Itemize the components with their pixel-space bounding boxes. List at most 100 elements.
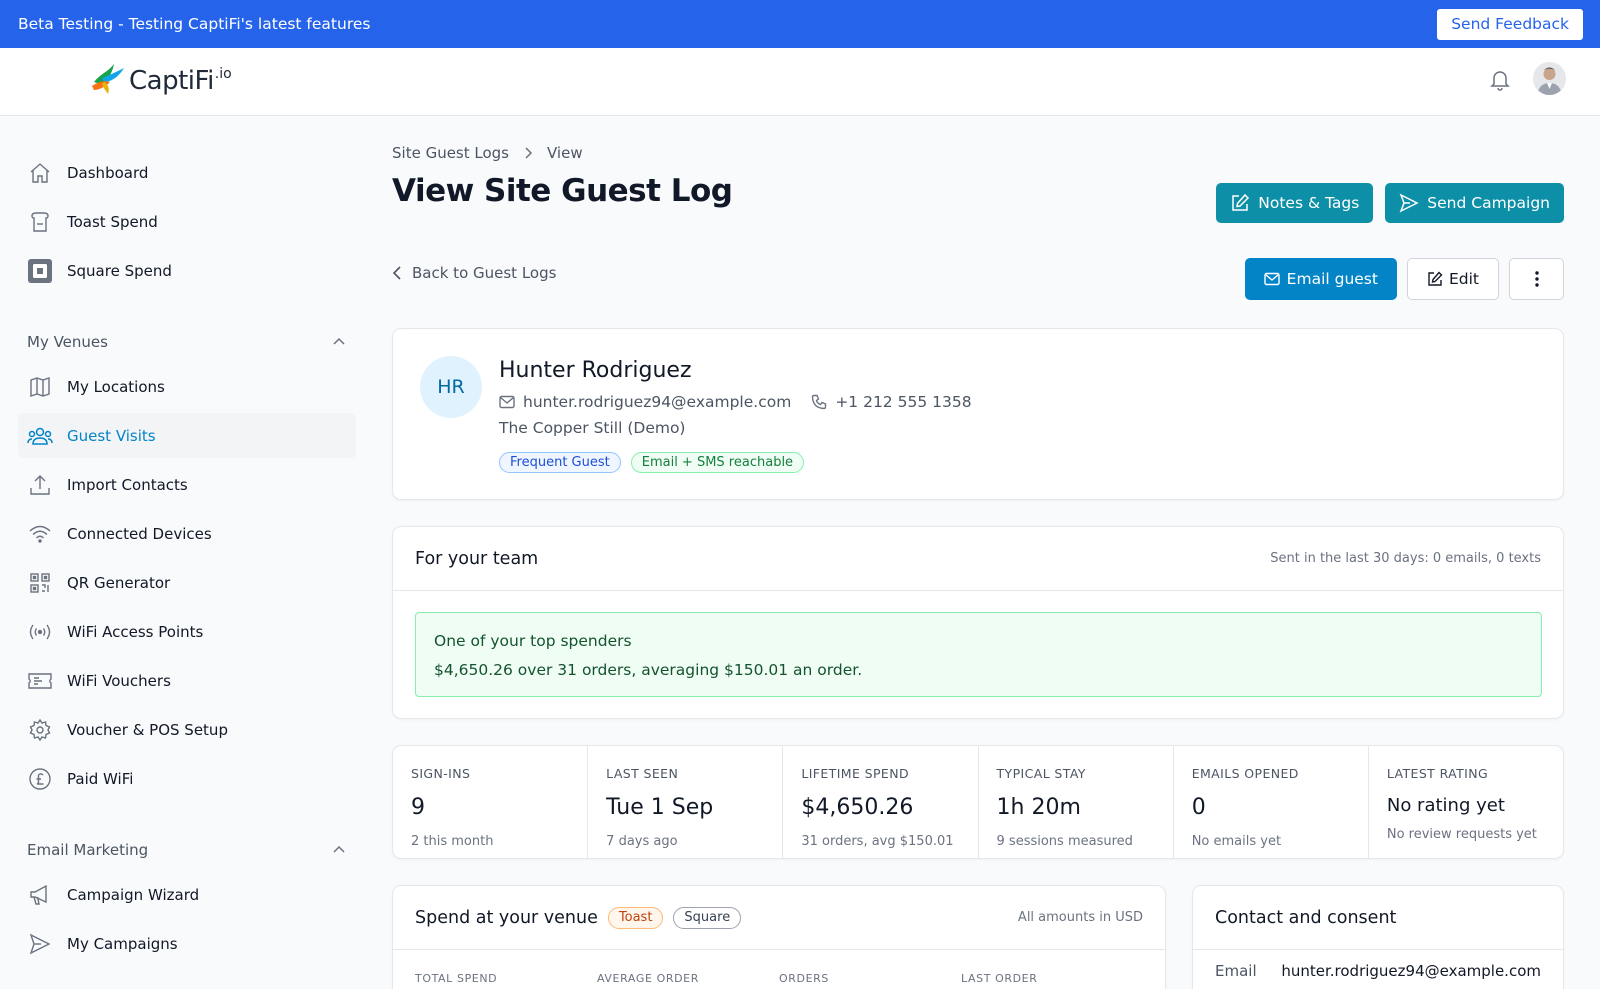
stat-sub: 31 orders, avg $150.01 bbox=[801, 834, 954, 849]
sidebar-item-label: QR Generator bbox=[67, 573, 171, 592]
spend-card-header: Spend at your venue Toast Square All amo… bbox=[393, 886, 1165, 950]
send-icon bbox=[1399, 193, 1419, 213]
spend-columns: TOTAL SPEND AVERAGE ORDER ORDERS LAST OR… bbox=[393, 950, 1165, 985]
sidebar-item-label: My Campaigns bbox=[67, 934, 178, 953]
chevron-right-icon bbox=[523, 147, 533, 159]
sidebar-item-label: Dashboard bbox=[67, 163, 149, 182]
sidebar: Dashboard Toast Spend Square Spend My Ve… bbox=[18, 150, 356, 970]
chevron-up-icon bbox=[332, 843, 346, 857]
section-label: Email Marketing bbox=[27, 840, 149, 859]
stat-sign-ins: SIGN-INS 9 2 this month bbox=[393, 746, 589, 858]
stat-value: Tue 1 Sep bbox=[606, 795, 714, 820]
captifi-logo[interactable]: CaptiFi .io bbox=[90, 60, 232, 96]
send-feedback-button[interactable]: Send Feedback bbox=[1437, 8, 1583, 40]
contact-card-header: Contact and consent bbox=[1193, 886, 1563, 950]
top-bar: CaptiFi .io bbox=[0, 48, 1600, 116]
stat-label: TYPICAL STAY bbox=[996, 766, 1086, 781]
stat-sub: 2 this month bbox=[411, 834, 494, 849]
sidebar-item-import-contacts[interactable]: Import Contacts bbox=[18, 462, 356, 507]
ticket-icon bbox=[27, 668, 53, 694]
chevron-up-icon bbox=[332, 335, 346, 349]
edit-note-icon bbox=[1230, 193, 1250, 213]
sidebar-item-label: Voucher & POS Setup bbox=[67, 720, 228, 739]
guest-email[interactable]: hunter.rodriguez94@example.com bbox=[523, 393, 791, 411]
sidebar-item-paid-wifi[interactable]: Paid WiFi bbox=[18, 756, 356, 801]
section-my-venues[interactable]: My Venues bbox=[18, 319, 356, 364]
sidebar-item-wifi-vouchers[interactable]: WiFi Vouchers bbox=[18, 658, 356, 703]
stat-label: LIFETIME SPEND bbox=[801, 766, 910, 781]
contact-email-label: Email bbox=[1215, 962, 1257, 980]
sidebar-item-my-campaigns[interactable]: My Campaigns bbox=[18, 921, 356, 966]
back-label: Back to Guest Logs bbox=[412, 264, 557, 282]
sidebar-item-label: Connected Devices bbox=[67, 524, 212, 543]
stat-value: No rating yet bbox=[1386, 795, 1505, 816]
team-card-header: For your team Sent in the last 30 days: … bbox=[393, 527, 1563, 591]
wifi-icon bbox=[27, 521, 53, 547]
stat-sub: No emails yet bbox=[1191, 834, 1282, 849]
sidebar-item-connected-devices[interactable]: Connected Devices bbox=[18, 511, 356, 556]
email-guest-label: Email guest bbox=[1286, 270, 1378, 288]
sidebar-item-label: Import Contacts bbox=[67, 475, 188, 494]
sidebar-item-label: WiFi Access Points bbox=[67, 622, 204, 641]
sidebar-item-label: My Locations bbox=[67, 377, 165, 396]
email-guest-button[interactable]: Email guest bbox=[1244, 258, 1397, 300]
notes-tags-button[interactable]: Notes & Tags bbox=[1216, 183, 1374, 223]
pound-icon bbox=[27, 766, 53, 792]
badge-square: Square bbox=[673, 906, 742, 929]
sidebar-item-square-spend[interactable]: Square Spend bbox=[18, 248, 356, 293]
stat-value: 1h 20m bbox=[996, 795, 1081, 820]
users-icon bbox=[27, 423, 53, 449]
mail-icon bbox=[499, 395, 515, 409]
brand-suffix: .io bbox=[214, 66, 232, 82]
tag-frequent-guest: Frequent Guest bbox=[499, 452, 621, 473]
column-header: ORDERS bbox=[779, 972, 829, 985]
stat-sub: No review requests yet bbox=[1386, 827, 1537, 842]
guest-phone[interactable]: +1 212 555 1358 bbox=[835, 393, 971, 411]
edit-button[interactable]: Edit bbox=[1406, 258, 1499, 300]
more-options-button[interactable] bbox=[1509, 258, 1564, 300]
section-email-marketing[interactable]: Email Marketing bbox=[18, 827, 356, 872]
edit-label: Edit bbox=[1448, 270, 1479, 288]
sidebar-item-campaign-wizard[interactable]: Campaign Wizard bbox=[18, 872, 356, 917]
top-spender-text: $4,650.26 over 31 orders, averaging $150… bbox=[434, 661, 863, 679]
contact-email-row: Email hunter.rodriguez94@example.com bbox=[1193, 950, 1563, 980]
stats-card: SIGN-INS 9 2 this month LAST SEEN Tue 1 … bbox=[392, 745, 1564, 859]
sidebar-item-voucher-pos-setup[interactable]: Voucher & POS Setup bbox=[18, 707, 356, 752]
column-header: TOTAL SPEND bbox=[415, 972, 498, 985]
bird-logo-icon bbox=[92, 64, 124, 94]
chevron-left-icon bbox=[392, 266, 402, 280]
guest-profile-card: HR Hunter Rodriguez hunter.rodriguez94@e… bbox=[392, 328, 1564, 500]
sidebar-item-dashboard[interactable]: Dashboard bbox=[18, 150, 356, 195]
send-icon bbox=[27, 931, 53, 957]
stat-last-seen: LAST SEEN Tue 1 Sep 7 days ago bbox=[588, 746, 784, 858]
sidebar-item-label: Toast Spend bbox=[67, 212, 158, 231]
column-header: LAST ORDER bbox=[961, 972, 1038, 985]
breadcrumb-parent[interactable]: Site Guest Logs bbox=[392, 144, 509, 162]
stat-lifetime-spend: LIFETIME SPEND $4,650.26 31 orders, avg … bbox=[783, 746, 979, 858]
stat-label: EMAILS OPENED bbox=[1191, 766, 1299, 781]
main-content: Site Guest Logs View View Site Guest Log… bbox=[392, 140, 1564, 989]
back-to-guest-logs-link[interactable]: Back to Guest Logs bbox=[392, 264, 556, 282]
sidebar-item-my-locations[interactable]: My Locations bbox=[18, 364, 356, 409]
guest-venue: The Copper Still (Demo) bbox=[499, 419, 686, 437]
tag-reachable: Email + SMS reachable bbox=[630, 452, 805, 473]
sidebar-item-qr-generator[interactable]: QR Generator bbox=[18, 560, 356, 605]
beta-banner-text: Beta Testing - Testing CaptiFi's latest … bbox=[18, 15, 371, 33]
toast-icon bbox=[27, 209, 53, 235]
send-campaign-label: Send Campaign bbox=[1427, 194, 1550, 212]
user-avatar[interactable] bbox=[1533, 62, 1566, 95]
sidebar-item-wifi-access-points[interactable]: WiFi Access Points bbox=[18, 609, 356, 654]
notifications-bell-icon[interactable] bbox=[1488, 68, 1512, 92]
sidebar-item-toast-spend[interactable]: Toast Spend bbox=[18, 199, 356, 244]
sent-summary: Sent in the last 30 days: 0 emails, 0 te… bbox=[1270, 551, 1541, 566]
spend-card: Spend at your venue Toast Square All amo… bbox=[392, 885, 1166, 989]
phone-icon bbox=[811, 394, 827, 410]
edit-icon bbox=[1427, 271, 1443, 287]
sidebar-item-guest-visits[interactable]: Guest Visits bbox=[18, 413, 356, 458]
send-campaign-button[interactable]: Send Campaign bbox=[1385, 183, 1564, 223]
section-label: My Venues bbox=[27, 332, 108, 351]
badge-toast: Toast bbox=[607, 906, 664, 929]
guest-initials-avatar: HR bbox=[420, 356, 482, 418]
sidebar-item-label: Paid WiFi bbox=[67, 769, 134, 788]
contact-email-value[interactable]: hunter.rodriguez94@example.com bbox=[1281, 962, 1541, 980]
